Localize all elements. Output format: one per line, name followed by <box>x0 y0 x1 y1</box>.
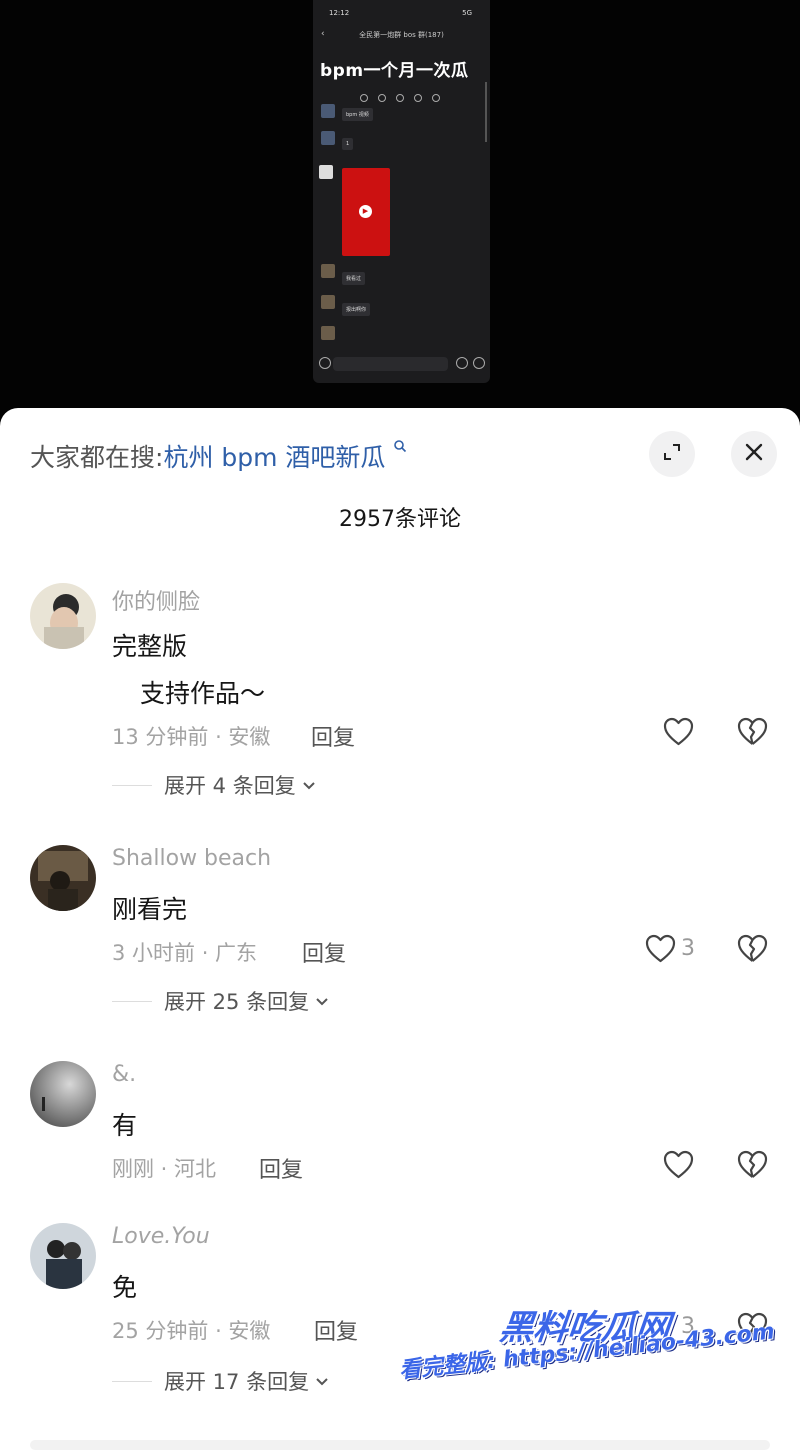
chat-bubble: 1 <box>342 138 354 150</box>
comment-text: 完整版 <box>112 632 188 661</box>
dislike-button[interactable] <box>737 717 768 750</box>
search-suggestion-prefix: 大家都在搜: <box>30 443 164 472</box>
video-player[interactable]: 12:12 5G ‹ 全民第一炮群 bos 群(187) bpm一个月一次瓜 b… <box>0 0 800 420</box>
phone-dots <box>360 94 440 102</box>
comment-time-location: 13 分钟前 · 安徽 <box>112 725 271 749</box>
expand-divider <box>112 1380 152 1382</box>
expand-replies-label: 展开 17 条回复 <box>164 1370 310 1394</box>
dislike-button[interactable] <box>737 934 768 967</box>
chat-bubble: bpm 视频 <box>342 108 373 121</box>
avatar[interactable] <box>30 845 96 911</box>
heart-icon <box>663 717 694 750</box>
play-icon: ▶ <box>359 205 372 218</box>
chevron-down-icon <box>302 776 316 795</box>
chat-bubble: 我看过 <box>342 272 366 285</box>
dislike-button[interactable] <box>737 1150 768 1183</box>
video-headline: bpm一个月一次瓜 <box>320 61 469 81</box>
chat-avatar <box>321 131 335 145</box>
comment-username[interactable]: Shallow beach <box>112 846 271 871</box>
expand-replies-label: 展开 4 条回复 <box>164 774 296 798</box>
expand-divider <box>112 1000 152 1002</box>
chat-bubble: 报出啊你 <box>342 303 371 316</box>
expand-divider <box>112 784 152 786</box>
phone-emoji-icon <box>456 357 468 369</box>
close-icon <box>744 442 764 466</box>
comment-text: 有 <box>112 1111 138 1140</box>
phone-status: 5G <box>462 9 472 17</box>
chat-avatar <box>321 104 335 118</box>
avatar[interactable] <box>30 1061 96 1127</box>
comment-time-location: 3 小时前 · 广东 <box>112 941 258 965</box>
video-frame-screenshot: 12:12 5G ‹ 全民第一炮群 bos 群(187) bpm一个月一次瓜 b… <box>313 0 490 383</box>
phone-voice-icon <box>319 357 331 369</box>
like-button[interactable] <box>663 1150 694 1183</box>
chat-avatar <box>321 295 335 309</box>
phone-chat-title: 全民第一炮群 bos 群(187) <box>359 31 444 39</box>
broken-heart-icon <box>737 717 768 750</box>
phone-scrollbar <box>485 82 487 142</box>
expand-icon <box>662 442 682 466</box>
like-count: 3 <box>681 936 695 961</box>
broken-heart-icon <box>737 934 768 967</box>
phone-plus-icon <box>473 357 485 369</box>
like-button[interactable] <box>663 717 694 750</box>
reply-button[interactable]: 回复 <box>314 1314 358 1346</box>
chevron-down-icon <box>315 1372 329 1391</box>
search-suggestion[interactable]: 大家都在搜:杭州 bpm 酒吧新瓜 <box>30 438 407 474</box>
chat-avatar <box>321 264 335 278</box>
heart-icon <box>645 934 676 967</box>
comment-username[interactable]: Love.You <box>112 1224 210 1249</box>
comment-sheet: 大家都在搜:杭州 bpm 酒吧新瓜 2957条评论 你的侧脸 完整版 支持作品～… <box>0 408 800 1450</box>
reply-button[interactable]: 回复 <box>302 936 346 968</box>
avatar[interactable] <box>30 1223 96 1289</box>
comment-text: 免 <box>112 1273 138 1302</box>
expand-replies[interactable]: 展开 4 条回复 <box>112 770 316 800</box>
close-button[interactable] <box>731 431 777 477</box>
comment-username[interactable]: &. <box>112 1062 136 1087</box>
comment-username[interactable]: 你的侧脸 <box>112 584 200 616</box>
broken-heart-icon <box>737 1150 768 1183</box>
search-icon <box>387 438 406 458</box>
comment-input-bar[interactable] <box>30 1440 770 1450</box>
search-suggestion-keyword[interactable]: 杭州 bpm 酒吧新瓜 <box>163 443 385 472</box>
avatar[interactable] <box>30 583 96 649</box>
heart-icon <box>663 1150 694 1183</box>
comment-text-line2: 支持作品～ <box>140 679 266 708</box>
comment-text: 刚看完 <box>112 895 188 924</box>
chat-avatar <box>319 165 333 179</box>
comment-time-location: 25 分钟前 · 安徽 <box>112 1319 271 1343</box>
chevron-down-icon <box>315 992 329 1011</box>
expand-replies-label: 展开 25 条回复 <box>164 990 310 1014</box>
phone-time: 12:12 <box>329 9 350 17</box>
chat-video-thumbnail: ▶ <box>342 168 390 256</box>
expand-replies[interactable]: 展开 25 条回复 <box>112 986 329 1016</box>
like-button[interactable] <box>645 934 676 967</box>
phone-input-bar <box>333 357 448 371</box>
reply-button[interactable]: 回复 <box>259 1152 303 1184</box>
comment-count: 2957条评论 <box>339 507 461 532</box>
comment-time-location: 刚刚 · 河北 <box>112 1157 217 1181</box>
chat-avatar <box>321 326 335 340</box>
expand-button[interactable] <box>649 431 695 477</box>
expand-replies[interactable]: 展开 17 条回复 <box>112 1366 329 1396</box>
reply-button[interactable]: 回复 <box>311 720 355 752</box>
